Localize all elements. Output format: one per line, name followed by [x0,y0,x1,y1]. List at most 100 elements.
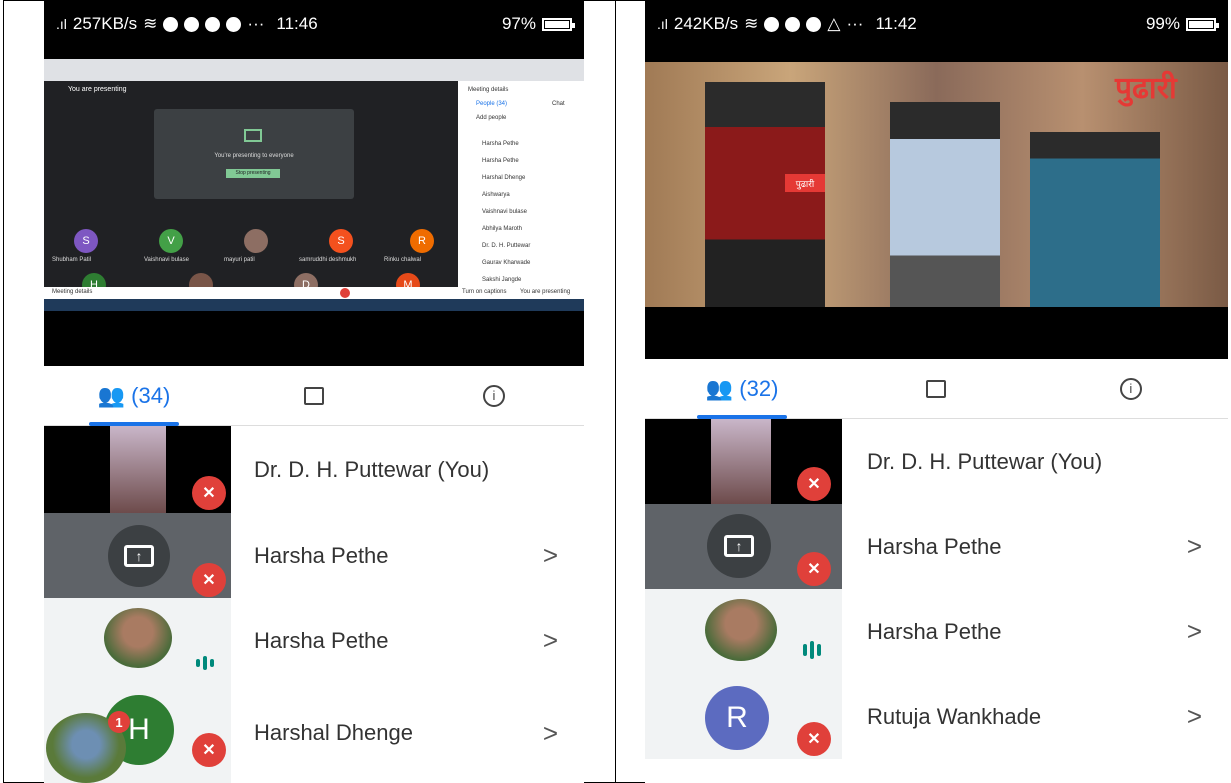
battery-percent: 97% [501,14,536,33]
people-panel: Meeting details People (34) Chat Add peo… [458,81,584,299]
tile-label: Vaishnavi bulase [144,257,189,263]
participant-name: Harsha Pethe [867,533,1002,559]
participant-row[interactable]: ✕ Dr. D. H. Puttewar (You) [645,419,1228,504]
avatar-thumb [44,598,231,683]
battery-icon [542,17,575,31]
stop-presenting-button[interactable]: Stop presenting [226,169,280,178]
chevron-right-icon[interactable]: > [1187,701,1202,732]
participant-name: Harsha Pethe [254,627,389,653]
panel-person: Gaurav Kharwade [482,260,531,266]
tile-avatar [244,229,268,253]
presenting-status: You are presenting [520,289,571,295]
chat-icon [926,379,947,398]
tile-label: mayuri patil [224,257,255,263]
avatar [705,599,777,661]
panel-person: Aishwarya [482,192,510,198]
app-icon [785,16,801,32]
network-speed: 242KB/s [673,14,739,33]
tab-people[interactable]: 👥 (34) [44,366,224,425]
participant-name: Harshal Dhenge [254,720,413,745]
video-person [705,82,825,307]
left-phone-screenshot: .ıl 257KB/s ≋ ··· 11:46 97% You are pres… [44,1,584,783]
end-call-icon[interactable] [340,288,350,298]
avatar [104,608,172,668]
whatsapp-icon [764,16,780,32]
meet-bottom-bar: Meeting details [44,287,458,299]
tab-chat[interactable] [224,366,404,425]
meet-tab-bar: 👥 (34) i [44,366,584,426]
chevron-right-icon[interactable]: > [543,540,558,571]
browser-chrome [44,59,584,81]
present-icon [244,129,262,142]
right-phone-screenshot: .ıl 242KB/s ≋ △ ··· 11:42 99% पुढारी पुढ… [645,1,1228,783]
speaking-indicator-icon [803,641,821,659]
chevron-right-icon[interactable]: > [1187,531,1202,562]
info-icon: i [1119,377,1142,400]
panel-tab-chat[interactable]: Chat [552,101,565,107]
mic-off-icon: ✕ [192,733,226,767]
tile-avatar: R [410,229,434,253]
self-video-thumb: ✕ [44,426,231,513]
captions-button[interactable]: Turn on captions [462,289,506,295]
chat-icon [304,386,324,405]
panel-person: Abhilya Maroth [482,226,523,232]
drive-icon: △ [827,14,841,33]
info-icon: i [483,384,505,407]
participant-row[interactable]: H 1 ✕ Harshal Dhenge > [44,683,584,783]
app-icon [184,16,200,32]
more-dots: ··· [846,14,864,33]
panel-tab-people[interactable]: People (34) [476,101,507,107]
status-bar: .ıl 257KB/s ≋ ··· 11:46 97% [44,1,584,47]
mic-off-icon: ✕ [797,467,831,501]
presenting-message: You're presenting to everyone [214,153,294,159]
present-to-all-icon: ↑ [124,545,154,567]
signal-icon: .ıl [657,16,668,32]
present-avatar: ↑ [108,525,170,587]
tile-label: samruddhi deshmukh [299,257,357,263]
self-video [110,426,166,513]
chevron-right-icon[interactable]: > [543,718,558,749]
panel-person: Dr. D. H. Puttewar [482,243,531,249]
chevron-right-icon[interactable]: > [1187,616,1202,647]
tab-people[interactable]: 👥 (32) [645,359,839,418]
avatar: R [705,686,769,750]
present-to-all-icon: ↑ [724,535,754,557]
participant-row[interactable]: Harsha Pethe > [645,589,1228,674]
windows-taskbar [44,299,584,311]
meeting-details-label[interactable]: Meeting details [52,289,92,295]
chevron-right-icon[interactable]: > [543,625,558,656]
panel-person: Harshal Dhenge [482,175,526,181]
wifi-icon: ≋ [744,14,759,33]
notification-badge: 1 [108,711,130,733]
add-people-link[interactable]: Add people [476,115,506,121]
mic-off-icon: ✕ [192,476,226,510]
presenting-banner: You are presenting [68,86,127,93]
meet-tab-bar: 👥 (32) i [645,359,1228,419]
participant-row[interactable]: ↑ ✕ Harsha Pethe > [44,513,584,598]
video-frame: पुढारी पुढारी [645,62,1228,307]
tab-info[interactable]: i [404,366,584,425]
participant-name: Harsha Pethe [867,618,1002,644]
participant-row[interactable]: ✕ Dr. D. H. Puttewar (You) [44,426,584,513]
people-count: (34) [131,382,171,408]
participant-row[interactable]: ↑ ✕ Harsha Pethe > [645,504,1228,589]
whatsapp-icon [163,16,179,32]
self-video-thumb: ✕ [645,419,842,504]
mic-off-icon: ✕ [797,722,831,756]
tile-label: Shubham Patil [52,257,92,263]
participant-row[interactable]: R ✕ Rutuja Wankhade > [645,674,1228,759]
meet-main-area: You are presenting You're presenting to … [44,81,458,297]
self-video [711,419,771,504]
participant-row[interactable]: Harsha Pethe > [44,598,584,683]
avatar-thumb: H 1 ✕ [44,683,231,783]
tab-info[interactable]: i [1034,359,1228,418]
wifi-icon: ≋ [143,14,158,33]
panel-person: Vaishnavi bulase [482,209,527,215]
panel-person: Harsha Pethe [482,141,519,147]
people-count: (32) [739,375,779,401]
panel-person: Harsha Pethe [482,158,519,164]
tab-chat[interactable] [839,359,1033,418]
shared-screen-video: You are presenting You're presenting to … [44,47,584,366]
mic-off-icon: ✕ [797,552,831,586]
tile-label: Rinku chalwal [384,257,422,263]
